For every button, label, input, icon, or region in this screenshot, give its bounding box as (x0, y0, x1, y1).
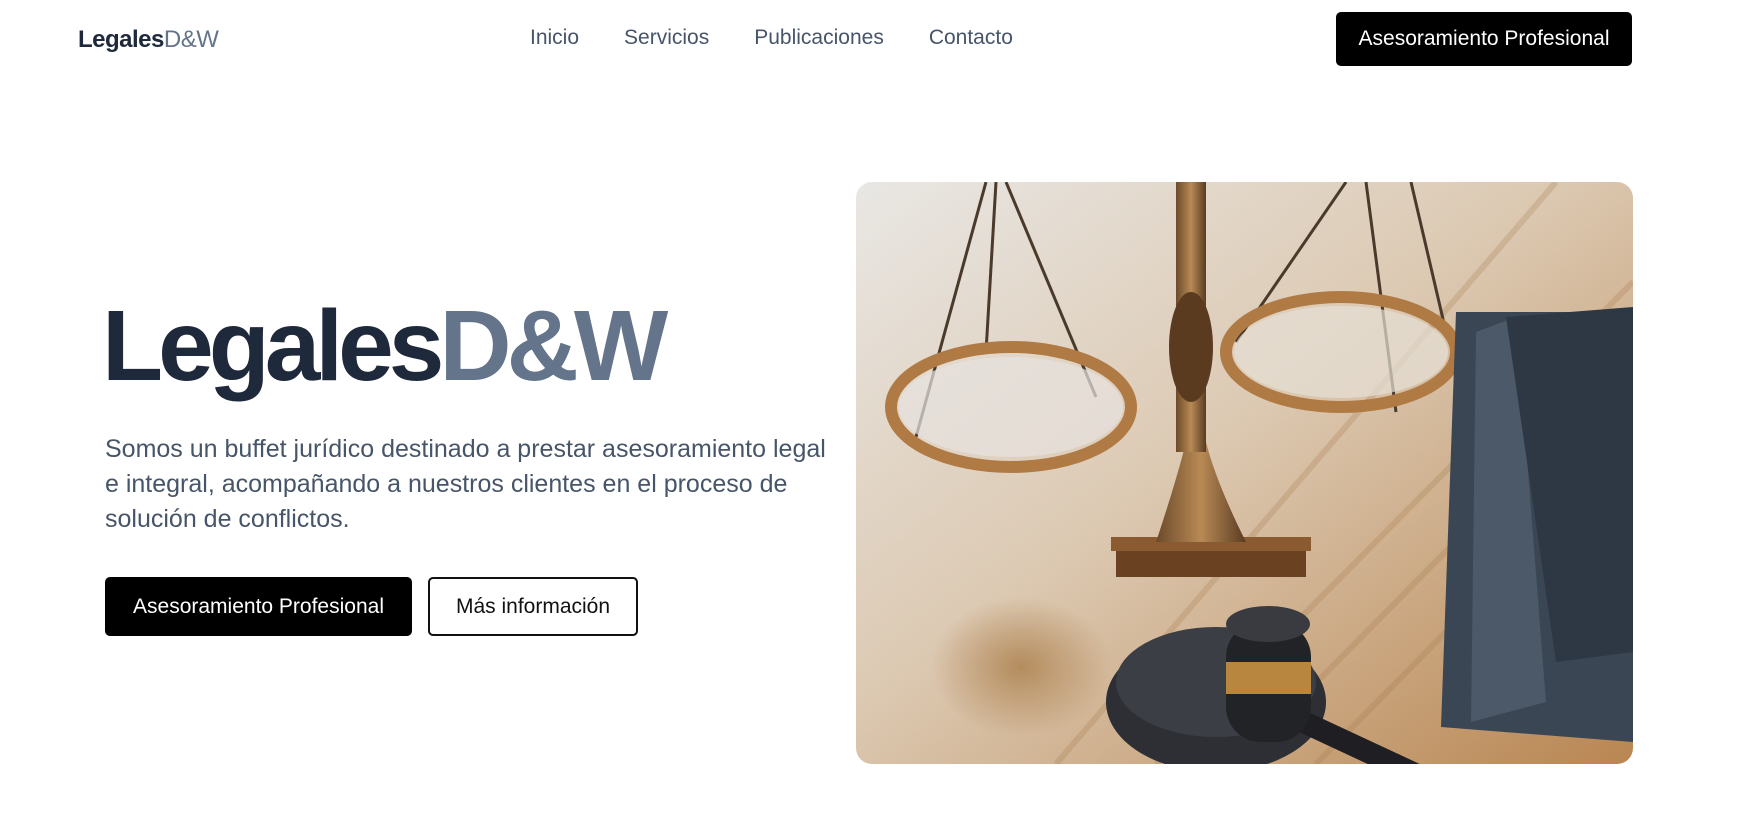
nav-link-publicaciones[interactable]: Publicaciones (754, 26, 884, 50)
nav-menu: Inicio Servicios Publicaciones Contacto (530, 26, 1013, 50)
nav-link-servicios[interactable]: Servicios (624, 26, 709, 50)
nav-link-contacto[interactable]: Contacto (929, 26, 1013, 50)
brand-logo[interactable]: LegalesD&W (78, 26, 219, 54)
nav-link-inicio[interactable]: Inicio (530, 26, 579, 50)
scales-of-justice-image (856, 182, 1633, 764)
more-info-button[interactable]: Más información (428, 577, 638, 636)
primary-cta-button[interactable]: Asesoramiento Profesional (105, 577, 412, 636)
nav-cta-button[interactable]: Asesoramiento Profesional (1336, 12, 1632, 66)
hero-title: LegalesD&W (102, 296, 668, 396)
top-navbar: LegalesD&W Inicio Servicios Publicacione… (0, 0, 1749, 78)
brand-main: Legales (78, 26, 164, 53)
hero-title-main: Legales (102, 290, 444, 402)
hero-title-accent: D&W (439, 290, 668, 402)
hero-description: Somos un buffet jurídico destinado a pre… (105, 435, 826, 533)
hero-image (856, 182, 1633, 764)
brand-accent: D&W (163, 26, 219, 53)
